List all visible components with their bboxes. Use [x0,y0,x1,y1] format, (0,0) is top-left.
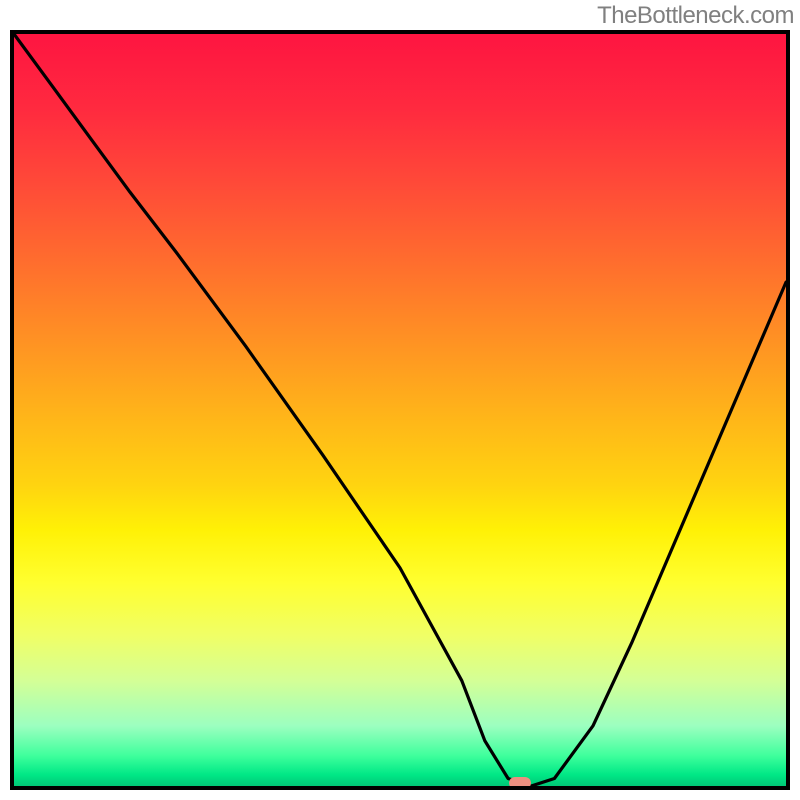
chart-frame: TheBottleneck.com [0,0,800,800]
watermark-text: TheBottleneck.com [597,2,794,30]
bottleneck-marker-icon [509,777,531,789]
bottleneck-curve [14,34,786,786]
plot-area [10,30,790,790]
